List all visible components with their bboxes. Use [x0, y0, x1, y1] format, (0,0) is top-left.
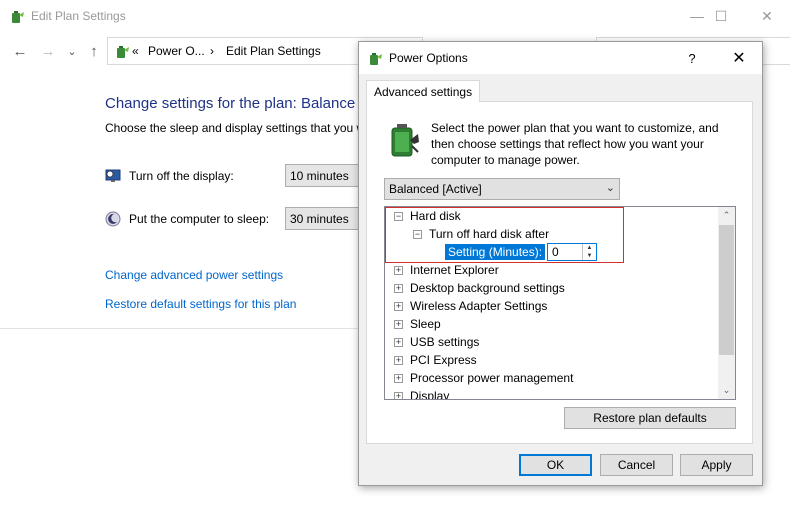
maximize-button[interactable]: ☐	[698, 0, 744, 32]
spin-down-icon[interactable]: ▼	[582, 252, 596, 260]
cancel-button[interactable]: Cancel	[600, 454, 673, 476]
expand-icon[interactable]: +	[394, 284, 403, 293]
display-setting-label: Turn off the display:	[129, 169, 234, 183]
tree-item-label: Display	[410, 389, 450, 400]
dialog-close-button[interactable]: ✕	[719, 42, 759, 74]
tree-item-label: Sleep	[410, 317, 441, 331]
battery-plug-icon	[391, 124, 419, 157]
power-options-icon	[117, 46, 129, 58]
recent-locations-icon[interactable]: ⌄	[63, 42, 81, 60]
tree-item-label: Hard disk	[410, 209, 461, 223]
window-titlebar: Edit Plan Settings — ☐ ✕	[0, 0, 790, 32]
page-title: Change settings for the plan: Balance	[105, 95, 356, 112]
back-arrow-icon[interactable]: ←	[11, 42, 29, 60]
breadcrumb-chevron-icon: ›	[210, 44, 214, 58]
collapse-icon[interactable]: −	[413, 230, 422, 239]
advanced-settings-panel: Select the power plan that you want to c…	[366, 101, 753, 444]
up-arrow-icon[interactable]: ↑	[85, 42, 103, 60]
apply-button[interactable]: Apply	[680, 454, 753, 476]
setting-minutes-value: 0	[552, 245, 559, 259]
monitor-icon	[105, 169, 121, 182]
expand-icon[interactable]: +	[394, 374, 403, 383]
breadcrumb-overflow-icon[interactable]: «	[132, 44, 139, 58]
power-plan-value: Balanced [Active]	[389, 182, 482, 196]
forward-arrow-icon[interactable]: →	[39, 42, 57, 60]
spin-up-icon[interactable]: ▲	[582, 244, 596, 252]
setting-minutes-label[interactable]: Setting (Minutes):	[445, 244, 546, 260]
power-options-icon	[12, 11, 24, 23]
tree-item-label: PCI Express	[410, 353, 477, 367]
restore-defaults-link[interactable]: Restore default settings for this plan	[105, 297, 296, 311]
power-options-icon	[370, 53, 382, 65]
scroll-up-icon[interactable]: ⌃	[718, 207, 735, 224]
display-timeout-select[interactable]: 10 minutes	[285, 164, 365, 187]
sleep-timeout-select[interactable]: 30 minutes	[285, 207, 365, 230]
tree-item-label: Internet Explorer	[410, 263, 499, 277]
window-title: Edit Plan Settings	[31, 9, 126, 23]
ok-button[interactable]: OK	[519, 454, 592, 476]
expand-icon[interactable]: +	[394, 356, 403, 365]
expand-icon[interactable]: +	[394, 266, 403, 275]
divider	[0, 328, 360, 329]
moon-icon	[105, 211, 121, 227]
breadcrumb-power-options[interactable]: Power O...	[148, 44, 205, 58]
tree-item-label: Processor power management	[410, 371, 574, 385]
expand-icon[interactable]: +	[394, 320, 403, 329]
dialog-title: Power Options	[389, 51, 468, 65]
sleep-setting-label: Put the computer to sleep:	[129, 212, 270, 226]
spin-buttons: ▲ ▼	[582, 244, 596, 260]
power-options-dialog: Power Options ? ✕ Advanced settings Sele…	[358, 41, 763, 486]
settings-tree[interactable]: − Hard disk − Turn off hard disk after S…	[384, 206, 736, 400]
tree-item-label: Turn off hard disk after	[429, 227, 550, 241]
tree-item-label: Desktop background settings	[410, 281, 565, 295]
setting-minutes-input[interactable]: 0 ▲ ▼	[547, 243, 597, 261]
close-button[interactable]: ✕	[744, 0, 790, 32]
scroll-thumb[interactable]	[719, 225, 734, 355]
tree-item-label: Wireless Adapter Settings	[410, 299, 548, 313]
expand-icon[interactable]: +	[394, 338, 403, 347]
collapse-icon[interactable]: −	[394, 212, 403, 221]
expand-icon[interactable]: +	[394, 392, 403, 399]
tree-scrollbar[interactable]: ⌃ ⌄	[718, 207, 735, 399]
change-advanced-settings-link[interactable]: Change advanced power settings	[105, 268, 283, 282]
help-button[interactable]: ?	[677, 42, 707, 74]
power-plan-select[interactable]: Balanced [Active] ⌄	[384, 178, 620, 200]
expand-icon[interactable]: +	[394, 302, 403, 311]
tab-advanced-settings[interactable]: Advanced settings	[366, 80, 481, 102]
page-subtitle: Choose the sleep and display settings th…	[105, 121, 366, 135]
scroll-down-icon[interactable]: ⌄	[718, 382, 735, 399]
tree-item-label: USB settings	[410, 335, 480, 349]
dialog-titlebar: Power Options ? ✕	[359, 42, 762, 74]
chevron-down-icon: ⌄	[605, 182, 615, 194]
breadcrumb-edit-plan-settings[interactable]: Edit Plan Settings	[226, 44, 321, 58]
restore-plan-defaults-button[interactable]: Restore plan defaults	[564, 407, 736, 429]
panel-description: Select the power plan that you want to c…	[431, 121, 719, 167]
